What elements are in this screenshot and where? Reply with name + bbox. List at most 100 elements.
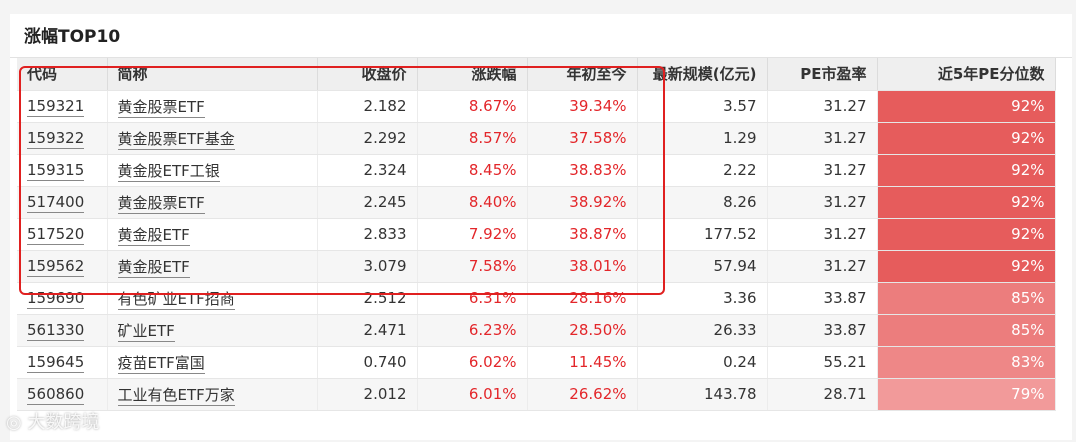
code-link[interactable]: 159322 (27, 129, 85, 149)
cell-pe-percentile: 85% (877, 282, 1056, 315)
cell-scale: 3.36 (637, 282, 768, 315)
cell-name[interactable]: 黄金股ETF (107, 250, 318, 283)
table-row: 159322 黄金股票ETF基金 2.292 8.57% 37.58% 1.29… (17, 122, 1056, 155)
cell-code[interactable]: 159690 (17, 282, 108, 315)
table-row: 159315 黄金股ETF工银 2.324 8.45% 38.83% 2.22 … (17, 154, 1056, 187)
name-link[interactable]: 黄金股票ETF (117, 97, 205, 118)
cell-name[interactable]: 黄金股票ETF (107, 186, 318, 219)
panel-title: 涨幅TOP10 (24, 27, 121, 47)
name-link[interactable]: 有色矿业ETF招商 (117, 289, 235, 310)
cell-ytd: 11.45% (527, 346, 638, 379)
cell-pe: 33.87 (767, 282, 878, 315)
cell-ytd: 38.01% (527, 250, 638, 283)
table-row: 159690 有色矿业ETF招商 2.512 6.31% 28.16% 3.36… (17, 282, 1056, 315)
cell-name[interactable]: 工业有色ETF万家 (107, 378, 318, 411)
cell-name[interactable]: 有色矿业ETF招商 (107, 282, 318, 315)
cell-scale: 177.52 (637, 218, 768, 251)
name-link[interactable]: 黄金股票ETF基金 (117, 129, 235, 150)
cell-name[interactable]: 疫苗ETF富国 (107, 346, 318, 379)
cell-pe: 31.27 (767, 90, 878, 123)
cell-pe-percentile: 79% (877, 378, 1056, 411)
cell-pe-percentile: 92% (877, 218, 1056, 251)
cell-ytd: 28.16% (527, 282, 638, 315)
cell-scale: 8.26 (637, 186, 768, 219)
cell-pe-percentile: 92% (877, 250, 1056, 283)
cell-code[interactable]: 517520 (17, 218, 108, 251)
cell-code[interactable]: 561330 (17, 314, 108, 347)
table-row: 517400 黄金股票ETF 2.245 8.40% 38.92% 8.26 3… (17, 186, 1056, 219)
cell-code[interactable]: 159645 (17, 346, 108, 379)
code-link[interactable]: 159321 (27, 97, 85, 117)
etf-gain-table: 代码 简称 收盘价 涨跌幅 年初至今 最新规模(亿元) PE市盈率 近5年PE分… (17, 58, 1056, 411)
cell-pe: 31.27 (767, 186, 878, 219)
name-link[interactable]: 黄金股ETF (117, 257, 190, 278)
table-row: 560860 工业有色ETF万家 2.012 6.01% 26.62% 143.… (17, 378, 1056, 411)
cell-scale: 57.94 (637, 250, 768, 283)
header-ytd[interactable]: 年初至今 (527, 58, 638, 91)
cell-code[interactable]: 159562 (17, 250, 108, 283)
cell-code[interactable]: 560860 (17, 378, 108, 411)
table-row: 561330 矿业ETF 2.471 6.23% 28.50% 26.33 33… (17, 314, 1056, 347)
cell-ytd: 26.62% (527, 378, 638, 411)
name-link[interactable]: 黄金股ETF (117, 225, 190, 246)
cell-pe: 31.27 (767, 154, 878, 187)
cell-close: 0.740 (317, 346, 418, 379)
code-link[interactable]: 159690 (27, 289, 85, 309)
cell-change: 7.92% (417, 218, 528, 251)
name-link[interactable]: 黄金股票ETF (117, 193, 205, 214)
cell-scale: 0.24 (637, 346, 768, 379)
header-pe[interactable]: PE市盈率 (767, 58, 878, 91)
cell-name[interactable]: 黄金股ETF (107, 218, 318, 251)
cell-change: 6.01% (417, 378, 528, 411)
header-name[interactable]: 简称 (107, 58, 318, 91)
cell-pe-percentile: 92% (877, 90, 1056, 123)
cell-name[interactable]: 矿业ETF (107, 314, 318, 347)
cell-change: 8.67% (417, 90, 528, 123)
cell-name[interactable]: 黄金股票ETF基金 (107, 122, 318, 155)
cell-ytd: 37.58% (527, 122, 638, 155)
cell-change: 8.45% (417, 154, 528, 187)
cell-pe-percentile: 85% (877, 314, 1056, 347)
code-link[interactable]: 560860 (27, 385, 85, 405)
cell-code[interactable]: 159315 (17, 154, 108, 187)
header-code[interactable]: 代码 (17, 58, 108, 91)
header-scale[interactable]: 最新规模(亿元) (637, 58, 768, 91)
cell-pe-percentile: 92% (877, 122, 1056, 155)
cell-pe-percentile: 92% (877, 154, 1056, 187)
code-link[interactable]: 159315 (27, 161, 85, 181)
cell-ytd: 38.87% (527, 218, 638, 251)
code-link[interactable]: 159562 (27, 257, 85, 277)
header-change[interactable]: 涨跌幅 (417, 58, 528, 91)
code-link[interactable]: 561330 (27, 321, 85, 341)
name-link[interactable]: 矿业ETF (117, 321, 175, 342)
cell-close: 2.324 (317, 154, 418, 187)
code-link[interactable]: 159645 (27, 353, 85, 373)
header-close[interactable]: 收盘价 (317, 58, 418, 91)
name-link[interactable]: 疫苗ETF富国 (117, 353, 205, 374)
header-pe-percentile[interactable]: 近5年PE分位数 (877, 58, 1056, 91)
cell-change: 8.57% (417, 122, 528, 155)
table-row: 159645 疫苗ETF富国 0.740 6.02% 11.45% 0.24 5… (17, 346, 1056, 379)
name-link[interactable]: 工业有色ETF万家 (117, 385, 235, 406)
cell-close: 2.012 (317, 378, 418, 411)
cell-pe: 33.87 (767, 314, 878, 347)
cell-ytd: 28.50% (527, 314, 638, 347)
cell-scale: 143.78 (637, 378, 768, 411)
cell-name[interactable]: 黄金股ETF工银 (107, 154, 318, 187)
cell-close: 2.512 (317, 282, 418, 315)
table-row: 517520 黄金股ETF 2.833 7.92% 38.87% 177.52 … (17, 218, 1056, 251)
cell-change: 8.40% (417, 186, 528, 219)
cell-change: 6.02% (417, 346, 528, 379)
cell-code[interactable]: 159322 (17, 122, 108, 155)
cell-code[interactable]: 159321 (17, 90, 108, 123)
code-link[interactable]: 517400 (27, 193, 85, 213)
watermark-text: 大数跨境 (27, 412, 100, 433)
table-row: 159321 黄金股票ETF 2.182 8.67% 39.34% 3.57 3… (17, 90, 1056, 123)
table-header-row: 代码 简称 收盘价 涨跌幅 年初至今 最新规模(亿元) PE市盈率 近5年PE分… (17, 58, 1056, 91)
code-link[interactable]: 517520 (27, 225, 85, 245)
name-link[interactable]: 黄金股ETF工银 (117, 161, 220, 182)
table-row: 159562 黄金股ETF 3.079 7.58% 38.01% 57.94 3… (17, 250, 1056, 283)
cell-scale: 2.22 (637, 154, 768, 187)
cell-name[interactable]: 黄金股票ETF (107, 90, 318, 123)
cell-code[interactable]: 517400 (17, 186, 108, 219)
